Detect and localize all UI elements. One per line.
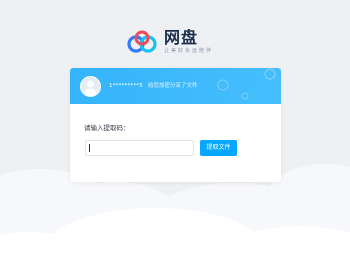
brand-slogan: 让美好永远陪伴 <box>164 48 214 54</box>
text-caret <box>89 144 90 152</box>
share-message: 给您加密分享了文件 <box>147 83 198 89</box>
share-info: 1*********5 给您加密分享了文件 <box>109 82 197 90</box>
brand-title: 网盘 <box>164 28 199 47</box>
extract-code-label: 请输入提取码： <box>84 124 130 132</box>
extract-file-button[interactable]: 提取文件 <box>200 140 237 156</box>
extract-code-input[interactable] <box>85 140 194 156</box>
share-header: 1*********5 给您加密分享了文件 <box>70 68 281 104</box>
default-user-avatar-icon <box>84 80 97 96</box>
cloud-logo-icon <box>127 30 157 53</box>
avatar <box>80 76 101 97</box>
share-user: 1*********5 <box>109 83 143 89</box>
